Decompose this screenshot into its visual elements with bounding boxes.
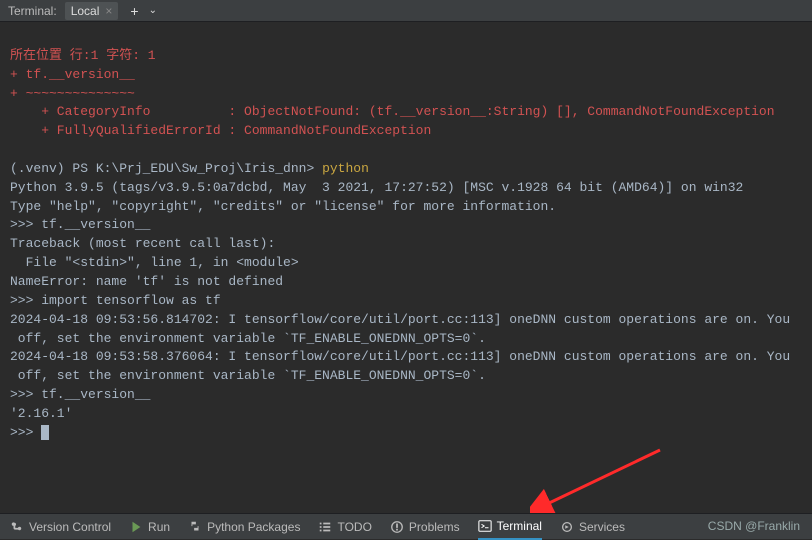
prompt-line: (.venv) PS K:\Prj_EDU\Sw_Proj\Iris_dnn> … (10, 161, 369, 176)
tool-version-control[interactable]: Version Control (10, 520, 111, 534)
log-line: 2024-04-18 09:53:58.376064: I tensorflow… (10, 349, 790, 364)
chevron-down-icon[interactable]: ⌄ (145, 5, 161, 16)
new-tab-button[interactable]: + (124, 3, 144, 19)
blank-line (10, 142, 18, 157)
traceback-line: File "<stdin>", line 1, in <module> (10, 255, 299, 270)
play-icon (129, 520, 143, 534)
list-icon (318, 520, 332, 534)
log-line: off, set the environment variable `TF_EN… (10, 368, 486, 383)
tool-todo[interactable]: TODO (318, 520, 371, 534)
terminal-tab-bar: Terminal: Local × + ⌄ (0, 0, 812, 22)
python-banner: Python 3.9.5 (tags/v3.9.5:0a7dcbd, May 3… (10, 180, 743, 195)
tool-label: Version Control (29, 520, 111, 534)
services-icon (560, 520, 574, 534)
tab-label: Local (71, 4, 100, 18)
traceback-line: Traceback (most recent call last): (10, 236, 275, 251)
cursor (41, 425, 49, 440)
terminal-output[interactable]: 所在位置 行:1 字符: 1 + tf.__version__ + ~~~~~~… (0, 22, 812, 512)
tool-label: Services (579, 520, 625, 534)
ps-prompt: (.venv) PS K:\Prj_EDU\Sw_Proj\Iris_dnn> (10, 161, 322, 176)
tool-label: Run (148, 520, 170, 534)
close-icon[interactable]: × (105, 4, 112, 18)
traceback-line: NameError: name 'tf' is not defined (10, 274, 283, 289)
warning-icon (390, 520, 404, 534)
tool-label: TODO (337, 520, 371, 534)
repl-line: >>> tf.__version__ (10, 217, 150, 232)
python-icon (188, 520, 202, 534)
error-line: 所在位置 行:1 字符: 1 (10, 48, 156, 63)
tool-services[interactable]: Services (560, 520, 625, 534)
version-output: '2.16.1' (10, 406, 72, 421)
watermark: CSDN @Franklin (708, 519, 800, 533)
log-line: 2024-04-18 09:53:56.814702: I tensorflow… (10, 312, 790, 327)
tool-terminal[interactable]: Terminal (478, 514, 542, 540)
terminal-tab-local[interactable]: Local × (65, 2, 119, 20)
tool-label: Python Packages (207, 520, 300, 534)
terminal-icon (478, 519, 492, 533)
tool-problems[interactable]: Problems (390, 520, 460, 534)
panel-title: Terminal: (8, 4, 57, 18)
tool-run[interactable]: Run (129, 520, 170, 534)
branch-icon (10, 520, 24, 534)
error-line: + tf.__version__ (10, 67, 135, 82)
log-line: off, set the environment variable `TF_EN… (10, 331, 486, 346)
command: python (322, 161, 369, 176)
repl-line: >>> tf.__version__ (10, 387, 150, 402)
error-line: + ~~~~~~~~~~~~~~ (10, 86, 135, 101)
repl-prompt: >>> (10, 425, 49, 440)
error-line: + CategoryInfo : ObjectNotFound: (tf.__v… (10, 104, 775, 119)
tool-label: Terminal (497, 519, 542, 533)
repl-line: >>> import tensorflow as tf (10, 293, 221, 308)
error-line: + FullyQualifiedErrorId : CommandNotFoun… (10, 123, 431, 138)
tool-label: Problems (409, 520, 460, 534)
python-banner: Type "help", "copyright", "credits" or "… (10, 199, 556, 214)
tool-window-bar: Version Control Run Python Packages TODO… (0, 513, 812, 539)
tool-python-packages[interactable]: Python Packages (188, 520, 300, 534)
